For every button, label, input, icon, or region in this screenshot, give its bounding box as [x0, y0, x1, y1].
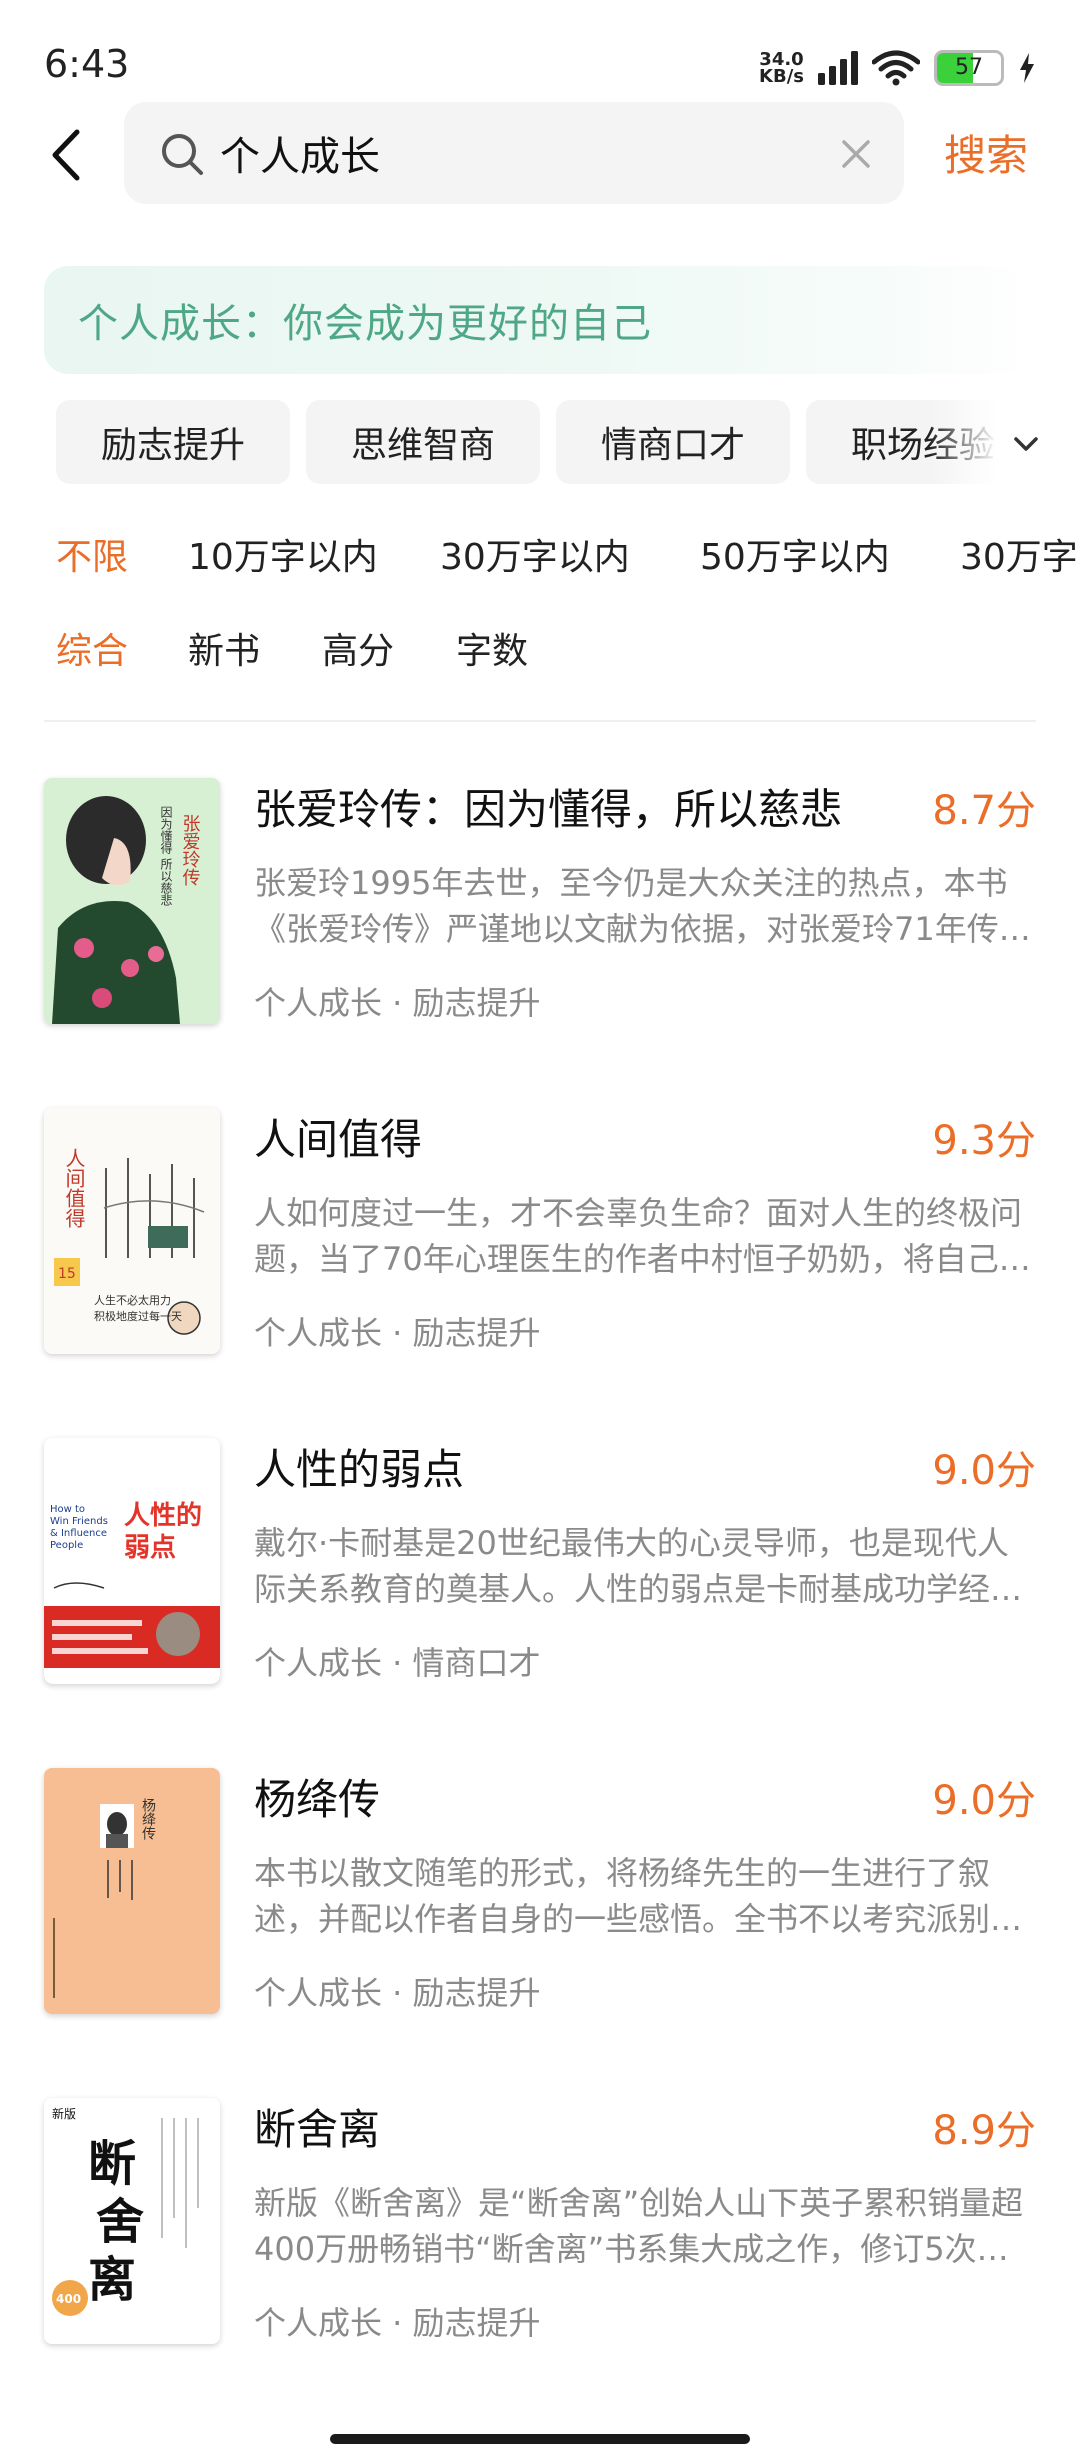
- book-item[interactable]: 人间值得 15 人生不必太用力 积极地度过每一天 人间值得 9.3分 人如何度过…: [0, 1102, 1080, 1358]
- sort-tab-rating[interactable]: 高分: [322, 622, 394, 674]
- search-box[interactable]: [124, 102, 904, 204]
- book-rating: 9.0分: [932, 1448, 1036, 1494]
- status-time: 6:43: [44, 42, 130, 86]
- category-chip[interactable]: 思维智商: [306, 400, 540, 484]
- battery-indicator: 57: [934, 50, 1004, 86]
- book-title: 张爱玲传：因为懂得，所以慈悲: [254, 785, 843, 834]
- book-rating: 9.3分: [932, 1118, 1036, 1164]
- book-cover: 人间值得 15 人生不必太用力 积极地度过每一天: [44, 1108, 220, 1354]
- book-title: 人间值得: [254, 1115, 423, 1164]
- cover-title-char: 舍: [96, 2194, 144, 2250]
- back-arrow-icon: [52, 129, 80, 181]
- topic-banner[interactable]: 个人成长：你会成为更好的自己: [44, 266, 1036, 374]
- filter-under-100k[interactable]: 10万字以内: [188, 528, 378, 580]
- topic-banner-text: 个人成长：你会成为更好的自己: [78, 301, 652, 347]
- word-count-filters: 不限 10万字以内 30万字以内 50万字以内 30万字以上: [0, 528, 1080, 584]
- search-header: 搜索: [0, 100, 1080, 210]
- filter-unlimited[interactable]: 不限: [56, 528, 128, 580]
- book-cover: 新版 断 舍 离 400: [44, 2098, 220, 2344]
- cover-english-title: People: [50, 1540, 83, 1551]
- sort-tab-new[interactable]: 新书: [188, 622, 260, 674]
- charging-icon: [1020, 53, 1034, 83]
- book-rating: 8.9分: [932, 2108, 1036, 2154]
- search-input[interactable]: [220, 118, 820, 188]
- book-description: 本书以散文随笔的形式，将杨绛先生的一生进行了叙述，并配以作者自身的一些感悟。全书…: [254, 1854, 1023, 1938]
- cover-duan-she-li: 新版 断 舍 离 400: [44, 2098, 220, 2344]
- chevron-down-icon[interactable]: [1006, 424, 1046, 464]
- book-cover: 张爱玲传 因为懂得 所以慈悲: [44, 778, 220, 1024]
- divider: [44, 720, 1036, 722]
- cover-title-char: 断: [88, 2136, 136, 2192]
- filter-under-300k[interactable]: 30万字以内: [440, 528, 630, 580]
- category-chip[interactable]: 情商口才: [556, 400, 790, 484]
- book-description: 人如何度过一生，才不会辜负生命？面对人生的终极问题，当了70年心理医生的作者中村…: [254, 1194, 1031, 1278]
- cover-zhang-ailing: 张爱玲传 因为懂得 所以慈悲: [44, 778, 220, 1024]
- book-tags: 个人成长 · 励志提升: [254, 1974, 541, 2012]
- chips-fade-overlay: [930, 400, 1080, 486]
- search-button[interactable]: 搜索: [944, 122, 1028, 183]
- book-title: 人性的弱点: [254, 1445, 465, 1494]
- cover-yang-jiang: 杨绛传: [44, 1768, 220, 2014]
- sort-tab-overall[interactable]: 综合: [56, 622, 128, 674]
- sort-tab-word-count[interactable]: 字数: [456, 622, 528, 674]
- cover-slogan: 人生不必太用力: [94, 1293, 171, 1307]
- back-button[interactable]: [36, 120, 96, 190]
- cover-title: 杨绛传: [140, 1798, 156, 1840]
- book-item[interactable]: 新版 断 舍 离 400 断舍离 8.9分 新版《断舍离》是“断舍离”创始人山下…: [0, 2092, 1080, 2348]
- cover-slogan: 积极地度过每一天: [94, 1309, 182, 1323]
- cover-ren-xing-de-ruo-dian: How to Win Friends & Influence People 人性…: [44, 1438, 220, 1684]
- cover-title: 人间值得: [62, 1148, 86, 1228]
- book-description: 戴尔·卡耐基是20世纪最伟大的心灵导师，也是现代人际关系教育的奠基人。人性的弱点…: [254, 1524, 1023, 1608]
- book-cover: 杨绛传: [44, 1768, 220, 2014]
- filter-over-300k[interactable]: 30万字以上: [960, 528, 1080, 580]
- cover-english-title: Win Friends: [50, 1516, 108, 1527]
- book-rating: 9.0分: [932, 1778, 1036, 1824]
- book-rating: 8.7分: [932, 788, 1036, 834]
- search-icon: [162, 134, 203, 175]
- network-speed: 34.0 KB/s: [759, 51, 804, 87]
- cover-ren-jian-zhi-de: 人间值得 15 人生不必太用力 积极地度过每一天: [44, 1108, 220, 1354]
- cover-english-title: & Influence: [50, 1528, 107, 1539]
- clear-icon[interactable]: [838, 136, 874, 172]
- cover-badge: 400: [56, 2292, 81, 2306]
- book-description: 新版《断舍离》是“断舍离”创始人山下英子累积销量超400万册畅销书“断舍离”书系…: [254, 2184, 1024, 2268]
- category-chips: 励志提升 思维智商 情商口才 职场经验: [0, 400, 1080, 486]
- book-title: 杨绛传: [254, 1775, 381, 1824]
- sort-tabs: 综合 新书 高分 字数: [0, 622, 1080, 678]
- category-chip[interactable]: 励志提升: [56, 400, 290, 484]
- book-tags: 个人成长 · 励志提升: [254, 2304, 541, 2342]
- cover-english-title: How to: [50, 1504, 85, 1515]
- signal-icon: [818, 51, 858, 85]
- cover-badge: 15: [58, 1266, 76, 1282]
- book-description: 张爱玲1995年去世，至今仍是大众关注的热点，本书《张爱玲传》严谨地以文献为依据…: [254, 864, 1031, 948]
- battery-level: 57: [955, 55, 983, 80]
- wifi-icon: [872, 50, 920, 86]
- book-item[interactable]: How to Win Friends & Influence People 人性…: [0, 1432, 1080, 1688]
- book-item[interactable]: 杨绛传 杨绛传 9.0分 本书以散文随笔的形式，将杨绛先生的一生进行了叙述，并配…: [0, 1762, 1080, 2018]
- status-bar: 6:43 34.0 KB/s 57: [0, 0, 1080, 100]
- cover-title-char: 离: [88, 2252, 136, 2308]
- book-title: 断舍离: [254, 2105, 381, 2154]
- cover-title: 人性的: [124, 1500, 202, 1531]
- book-tags: 个人成长 · 励志提升: [254, 1314, 541, 1352]
- cover-label: 新版: [52, 2106, 76, 2121]
- filter-under-500k[interactable]: 50万字以内: [700, 528, 890, 580]
- cover-title: 张爱玲传: [180, 814, 201, 886]
- search-results-page: 6:43 34.0 KB/s 57 个人成长 搜索 个人成长：你会成为更好的自己…: [0, 0, 1080, 2460]
- status-indicators: 34.0 KB/s 57: [759, 46, 1036, 90]
- book-tags: 个人成长 · 励志提升: [254, 984, 541, 1022]
- cover-subtitle: 因为懂得 所以慈悲: [159, 806, 173, 906]
- home-indicator[interactable]: [330, 2434, 750, 2444]
- cover-title: 弱点: [124, 1532, 176, 1563]
- book-tags: 个人成长 · 情商口才: [254, 1644, 541, 1682]
- book-item[interactable]: 张爱玲传 因为懂得 所以慈悲 张爱玲传：因为懂得，所以慈悲 8.7分 张爱玲19…: [0, 772, 1080, 1028]
- network-speed-unit: KB/s: [759, 66, 804, 87]
- book-cover: How to Win Friends & Influence People 人性…: [44, 1438, 220, 1684]
